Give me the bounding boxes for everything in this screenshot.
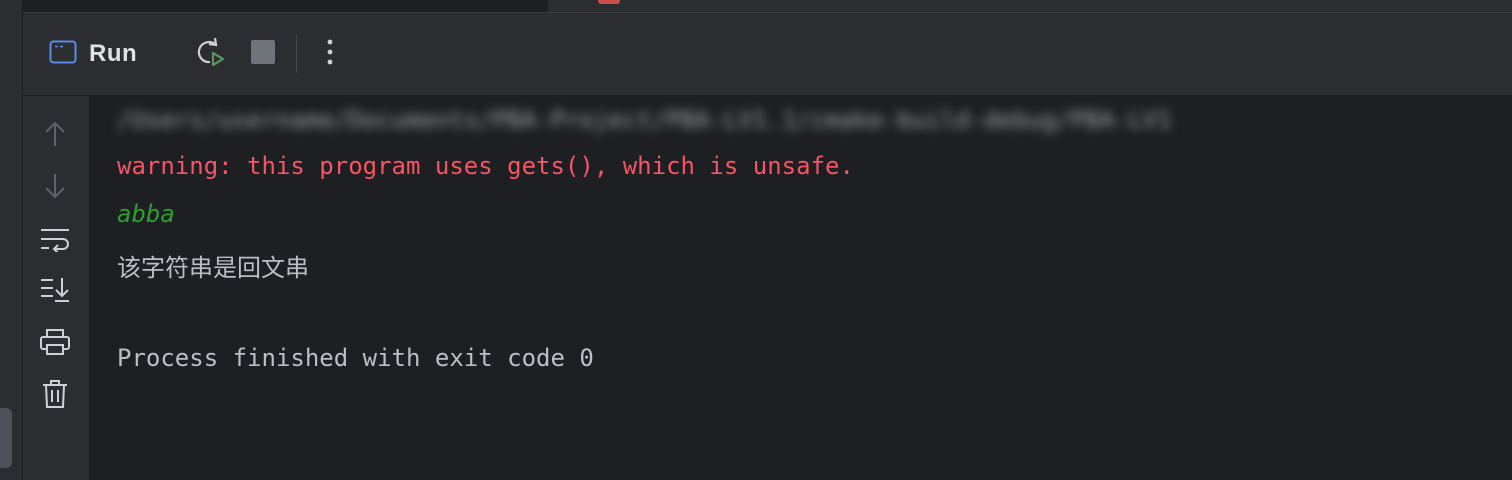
soft-wrap-button[interactable] bbox=[38, 224, 72, 258]
file-type-icon bbox=[598, 0, 620, 4]
exit-status-line: Process finished with exit code 0 bbox=[117, 344, 594, 372]
stop-button[interactable] bbox=[246, 37, 280, 71]
run-tab[interactable]: Run bbox=[49, 40, 137, 68]
console-actions-gutter bbox=[23, 96, 89, 480]
user-input-line: abba bbox=[117, 200, 175, 228]
more-vertical-icon bbox=[326, 38, 334, 71]
arrow-up-icon bbox=[43, 120, 67, 153]
editor-tab-strip bbox=[23, 0, 1512, 13]
print-button[interactable] bbox=[38, 327, 72, 361]
console-window-icon bbox=[49, 40, 77, 69]
run-title: Run bbox=[89, 40, 138, 67]
more-actions-button[interactable] bbox=[313, 37, 347, 71]
command-line-blurred: /Users/username/Documents/PBA-Project/PB… bbox=[117, 106, 1172, 134]
editor-tab[interactable] bbox=[548, 0, 1512, 12]
run-toolbar: Run bbox=[23, 13, 1512, 96]
scrollbar-thumb[interactable] bbox=[0, 408, 12, 468]
console-output[interactable]: /Users/username/Documents/PBA-Project/PB… bbox=[89, 96, 1512, 480]
stop-icon bbox=[250, 39, 276, 70]
scroll-to-end-button[interactable] bbox=[38, 274, 72, 308]
print-icon bbox=[39, 328, 71, 361]
clear-all-button[interactable] bbox=[38, 379, 72, 413]
arrow-down-icon bbox=[43, 172, 67, 205]
scroll-to-end-icon bbox=[39, 275, 71, 308]
program-output-line: 该字符串是回文串 bbox=[117, 254, 309, 282]
warning-line: warning: this program uses gets(), which… bbox=[117, 152, 854, 180]
run-tool-window-frame: Run /Users/username/Documents/PBA-Projec… bbox=[0, 0, 1512, 480]
left-tool-strip bbox=[0, 0, 23, 480]
rerun-icon bbox=[194, 36, 226, 73]
rerun-button[interactable] bbox=[193, 37, 227, 71]
next-occurrence-button[interactable] bbox=[38, 171, 72, 205]
trash-icon bbox=[41, 379, 69, 414]
previous-occurrence-button[interactable] bbox=[38, 119, 72, 153]
toolbar-separator bbox=[296, 35, 297, 73]
soft-wrap-icon bbox=[39, 226, 71, 257]
